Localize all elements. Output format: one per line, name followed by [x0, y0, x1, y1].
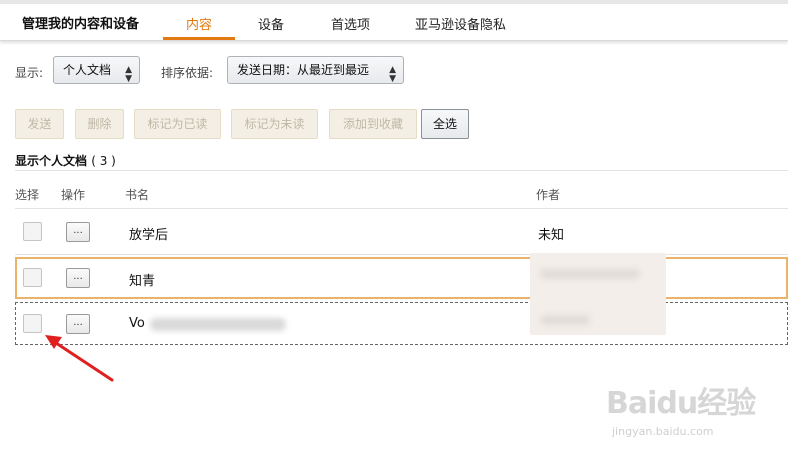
divider — [15, 208, 788, 209]
add-to-collection-button[interactable]: 添加到收藏 — [329, 109, 417, 139]
book-title[interactable]: 知青 — [129, 270, 155, 289]
list-count: ( 3 ) — [91, 154, 116, 168]
column-action: 操作 — [61, 188, 86, 202]
show-label: 显示: — [15, 66, 44, 80]
delete-button[interactable]: 删除 — [75, 109, 124, 139]
divider — [15, 170, 788, 171]
redacted-author — [540, 315, 590, 325]
row-checkbox[interactable] — [23, 268, 42, 287]
row-checkbox[interactable] — [23, 222, 42, 241]
redacted-author — [540, 269, 640, 279]
book-author: 未知 — [538, 228, 565, 243]
column-author[interactable]: 作者 — [536, 186, 560, 203]
watermark: Baidu经验 jingyan.baidu.com — [606, 378, 766, 448]
mark-read-button[interactable]: 标记为已读 — [134, 109, 221, 139]
book-title[interactable]: 放学后 — [129, 224, 168, 243]
column-select: 选择 — [15, 188, 40, 202]
row-actions-button[interactable]: ... — [66, 222, 90, 242]
top-navigation: 管理我的内容和设备 内容 设备 首选项 亚马逊设备隐私 — [0, 4, 788, 41]
column-title[interactable]: 书名 — [125, 186, 149, 203]
tab-content[interactable]: 内容 — [186, 14, 212, 33]
book-title[interactable]: Vo — [129, 316, 145, 331]
list-heading-text: 显示个人文档 — [15, 154, 88, 168]
dropdown-arrow-icon: ▲ ▼ — [125, 65, 132, 84]
redacted-authors — [530, 253, 666, 335]
show-dropdown-value: 个人文档 — [63, 63, 112, 77]
tab-devices[interactable]: 设备 — [258, 14, 284, 33]
sort-dropdown[interactable]: 发送日期：从最近到最远 ▲ ▼ — [227, 56, 404, 84]
annotation-arrow-icon — [45, 335, 114, 382]
mark-unread-button[interactable]: 标记为未读 — [231, 109, 318, 139]
select-all-button[interactable]: 全选 — [421, 109, 469, 139]
row-actions-button[interactable]: ... — [66, 268, 90, 288]
dropdown-arrow-icon: ▲ ▼ — [389, 65, 396, 84]
tab-preferences[interactable]: 首选项 — [331, 14, 370, 33]
show-dropdown[interactable]: 个人文档 ▲ ▼ — [53, 56, 140, 84]
redacted-title — [150, 318, 286, 331]
watermark-brand: Baidu经验 — [606, 386, 756, 421]
sort-dropdown-value: 发送日期：从最近到最远 — [237, 63, 370, 77]
send-button[interactable]: 发送 — [15, 109, 64, 139]
sort-label: 排序依据: — [161, 66, 214, 80]
page-title: 管理我的内容和设备 — [22, 17, 140, 32]
tab-device-privacy[interactable]: 亚马逊设备隐私 — [415, 14, 506, 33]
list-count-heading: 显示个人文档 ( 3 ) — [15, 152, 116, 169]
watermark-url: jingyan.baidu.com — [612, 425, 714, 438]
active-tab-indicator — [163, 37, 235, 40]
